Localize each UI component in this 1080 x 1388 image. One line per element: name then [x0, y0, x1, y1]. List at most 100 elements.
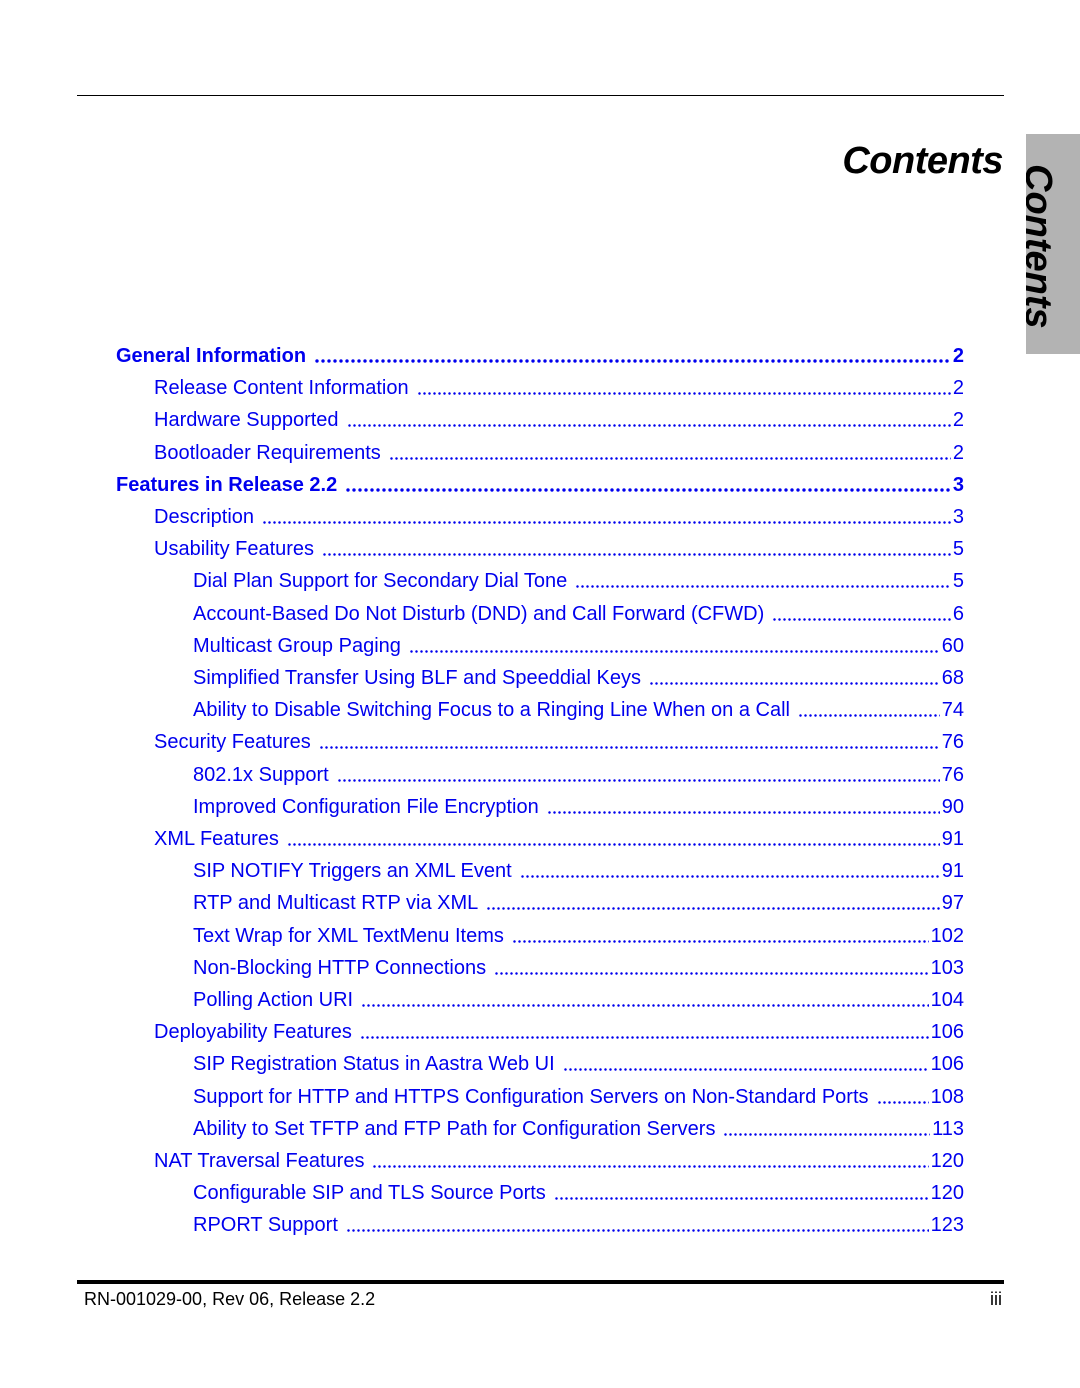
footer-rule — [77, 1280, 1004, 1284]
toc-entry-page: 3 — [952, 473, 964, 496]
dot-leader — [262, 505, 951, 525]
dot-leader — [494, 955, 929, 976]
toc-entry-title: Ability to Set TFTP and FTP Path for Con… — [193, 1117, 716, 1140]
dot-leader — [562, 1052, 929, 1073]
toc-entry-page: 91 — [941, 860, 964, 883]
toc-section-link[interactable]: Support for HTTP and HTTPS Configuration… — [193, 1083, 964, 1115]
toc-section-link[interactable]: Bootloader Requirements 2 — [154, 439, 964, 471]
toc-entry-title: RTP and Multicast RTP via XML — [193, 892, 479, 915]
dot-leader — [345, 472, 951, 493]
toc-entry-title: 802.1x Support — [193, 763, 329, 786]
toc-entry-page: 106 — [930, 1053, 964, 1076]
toc-section-link[interactable]: Ability to Set TFTP and FTP Path for Con… — [193, 1115, 964, 1147]
dot-leader — [372, 1149, 929, 1169]
dot-leader — [546, 794, 940, 815]
dot-leader — [575, 569, 951, 590]
toc-section-link[interactable]: Description 3 — [154, 503, 964, 535]
dot-leader — [876, 1084, 929, 1105]
dot-leader — [286, 827, 940, 847]
toc-entry-page: 3 — [952, 506, 964, 528]
toc-section-link[interactable]: Account-Based Do Not Disturb (DND) and C… — [193, 600, 964, 632]
toc-entry-title: Ability to Disable Switching Focus to a … — [193, 699, 790, 722]
footer-document-id: RN-001029-00, Rev 06, Release 2.2 — [84, 1289, 376, 1309]
toc-entry-title: Non-Blocking HTTP Connections — [193, 956, 487, 979]
toc-entry-title: General Information — [116, 345, 307, 367]
toc-entry-title: Deployability Features — [154, 1021, 352, 1044]
toc-chapter-link[interactable]: Features in Release 2.2 3 — [116, 471, 964, 503]
toc-entry-page: 120 — [930, 1182, 964, 1205]
dot-leader — [318, 730, 940, 751]
toc-entry-title: Release Content Information — [154, 377, 409, 400]
toc-section-link[interactable]: RPORT Support 123 — [193, 1211, 964, 1243]
toc-entry-page: 97 — [941, 892, 964, 915]
toc-entry-title: Simplified Transfer Using BLF and Speedd… — [193, 667, 642, 689]
toc-entry-page: 123 — [930, 1214, 964, 1237]
toc-entry-page: 5 — [952, 570, 964, 593]
toc-entry-title: Bootloader Requirements — [154, 441, 381, 464]
toc-section-link[interactable]: Usability Features 5 — [154, 535, 964, 567]
toc-section-link[interactable]: Improved Configuration File Encryption 90 — [193, 793, 964, 825]
toc-entry-page: 113 — [932, 1117, 964, 1140]
toc-entry-page: 6 — [952, 602, 964, 625]
toc-entry-title: Multicast Group Paging — [193, 634, 401, 657]
dot-leader — [361, 988, 929, 1008]
toc-entry-title: Text Wrap for XML TextMenu Items — [193, 924, 504, 947]
toc-entry-page: 2 — [952, 441, 964, 464]
toc-entry-page: 2 — [952, 345, 964, 367]
toc-section-link[interactable]: SIP NOTIFY Triggers an XML Event 91 — [193, 857, 964, 889]
dot-leader — [772, 601, 951, 622]
toc-section-link[interactable]: Non-Blocking HTTP Connections 103 — [193, 954, 964, 986]
toc-section-link[interactable]: Security Features 76 — [154, 728, 964, 760]
toc-entry-title: XML Features — [154, 828, 279, 850]
toc-section-link[interactable]: XML Features 91 — [154, 825, 964, 857]
toc-entry-page: 120 — [930, 1150, 964, 1172]
toc-section-link[interactable]: Simplified Transfer Using BLF and Speedd… — [193, 664, 964, 696]
dot-leader — [408, 633, 940, 654]
toc-section-link[interactable]: Hardware Supported 2 — [154, 406, 964, 438]
toc-entry-page: 2 — [952, 377, 964, 400]
toc-entry-page: 103 — [930, 956, 964, 979]
toc-entry-page: 90 — [941, 795, 964, 818]
toc-entry-title: SIP NOTIFY Triggers an XML Event — [193, 860, 512, 883]
dot-leader — [519, 859, 940, 880]
dot-leader — [511, 923, 929, 944]
dot-leader — [723, 1116, 931, 1137]
toc-section-link[interactable]: Ability to Disable Switching Focus to a … — [193, 696, 964, 728]
toc-section-link[interactable]: Deployability Features 106 — [154, 1018, 964, 1050]
toc-entry-page: 68 — [941, 667, 964, 689]
toc-entry-page: 5 — [952, 538, 964, 561]
dot-leader — [416, 376, 951, 397]
toc-entry-title: Polling Action URI — [193, 989, 354, 1011]
toc-entry-page: 74 — [941, 699, 964, 722]
toc-entry-page: 60 — [941, 634, 964, 657]
toc-entry-title: Improved Configuration File Encryption — [193, 795, 539, 818]
toc-entry-title: Description — [154, 506, 255, 528]
toc-entry-page: 108 — [930, 1085, 964, 1108]
section-side-tab: Contents — [1026, 134, 1080, 354]
toc-section-link[interactable]: NAT Traversal Features 120 — [154, 1147, 964, 1179]
dot-leader — [797, 698, 940, 719]
toc-entry-title: Configurable SIP and TLS Source Ports — [193, 1182, 546, 1205]
dot-leader — [553, 1181, 929, 1202]
toc-section-link[interactable]: SIP Registration Status in Aastra Web UI… — [193, 1050, 964, 1082]
side-tab-label: Contents — [1026, 164, 1059, 329]
toc-section-link[interactable]: Release Content Information 2 — [154, 374, 964, 406]
toc-section-link[interactable]: Polling Action URI 104 — [193, 986, 964, 1018]
toc-entry-title: RPORT Support — [193, 1214, 338, 1237]
toc-section-link[interactable]: 802.1x Support 76 — [193, 761, 964, 793]
dot-leader — [336, 762, 940, 783]
toc-entry-title: NAT Traversal Features — [154, 1150, 365, 1172]
toc-section-link[interactable]: Text Wrap for XML TextMenu Items 102 — [193, 922, 964, 954]
toc-entry-title: Usability Features — [154, 538, 315, 561]
toc-section-link[interactable]: RTP and Multicast RTP via XML 97 — [193, 889, 964, 921]
toc-entry-page: 76 — [941, 731, 964, 754]
toc-section-link[interactable]: Dial Plan Support for Secondary Dial Ton… — [193, 567, 964, 599]
dot-leader — [388, 440, 951, 461]
toc-section-link[interactable]: Multicast Group Paging 60 — [193, 632, 964, 664]
footer-page-number: iii — [990, 1289, 1002, 1309]
toc-entry-title: Support for HTTP and HTTPS Configuration… — [193, 1085, 869, 1108]
toc-entry-page: 102 — [930, 924, 964, 947]
toc-section-link[interactable]: Configurable SIP and TLS Source Ports 120 — [193, 1179, 964, 1211]
toc-chapter-link[interactable]: General Information 2 — [116, 342, 964, 374]
toc-entry-title: SIP Registration Status in Aastra Web UI — [193, 1053, 555, 1076]
